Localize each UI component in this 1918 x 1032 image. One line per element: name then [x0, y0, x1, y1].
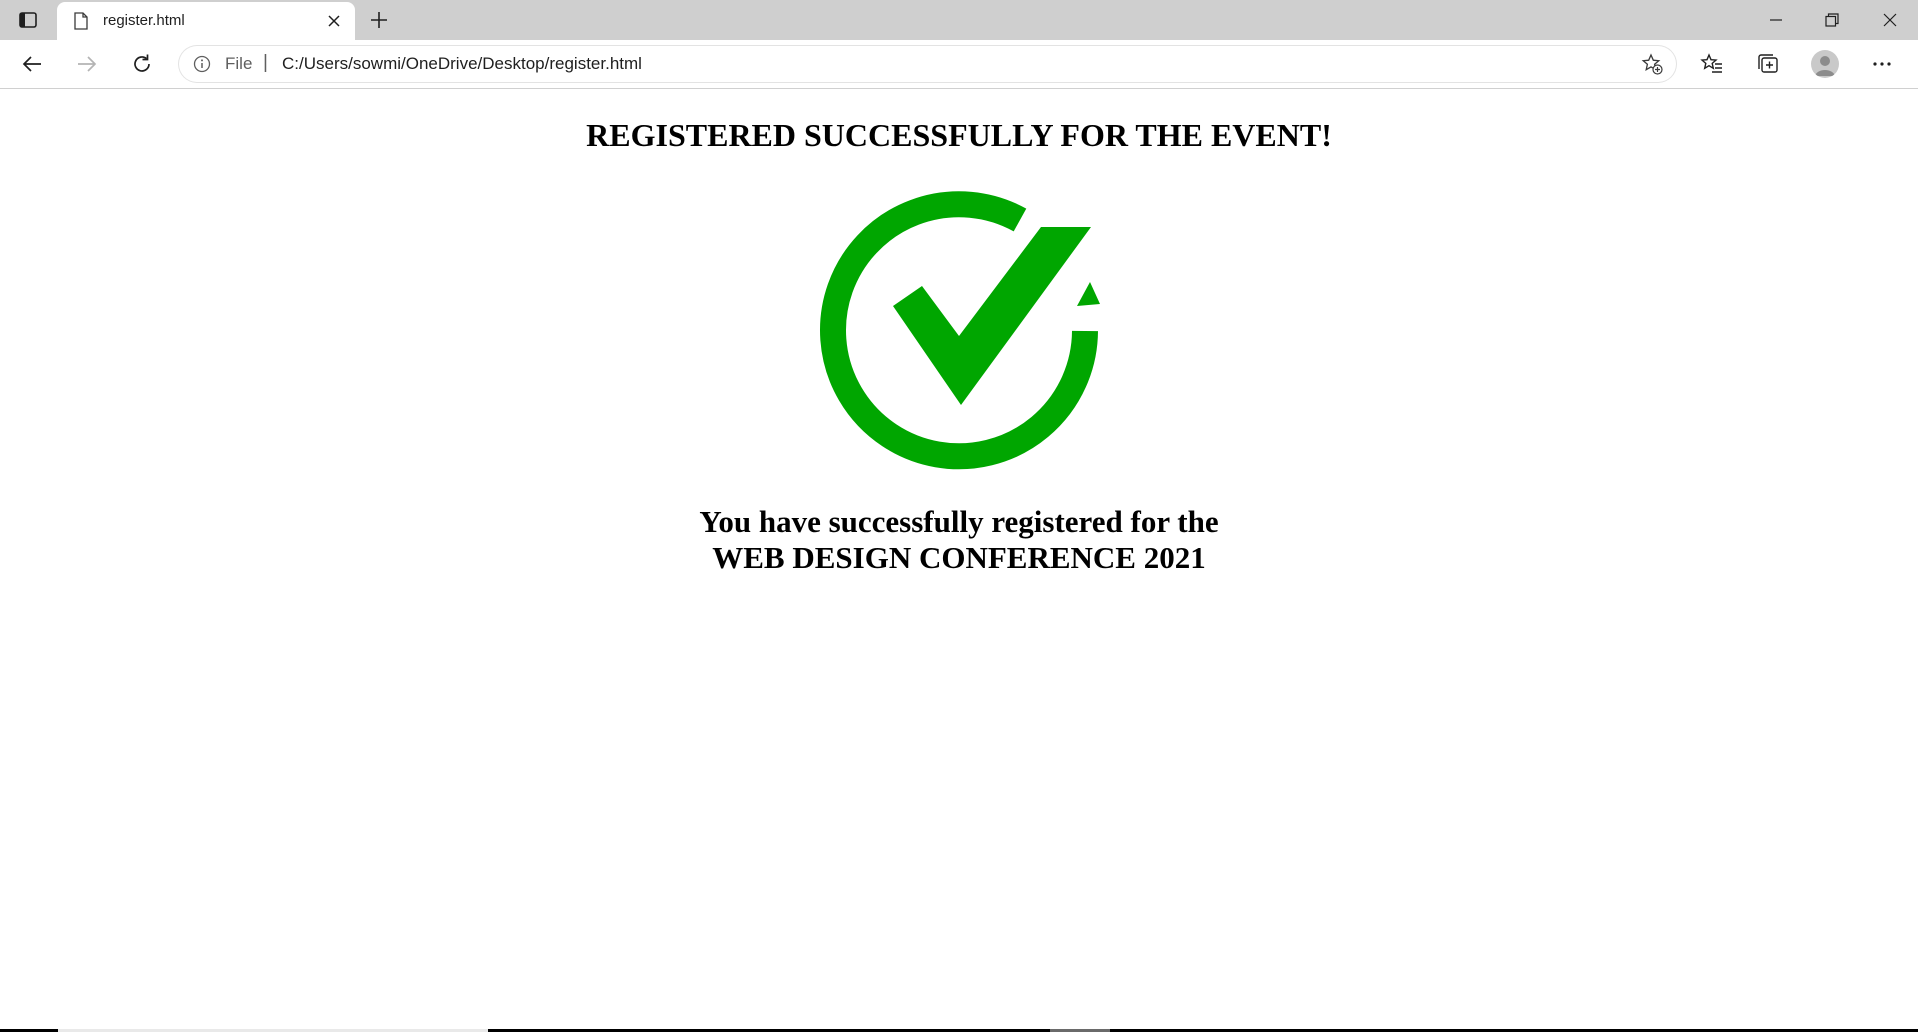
info-icon[interactable]: [193, 55, 211, 73]
tab-actions-icon: [19, 12, 37, 28]
tab-strip: register.html: [0, 0, 1918, 40]
browser-window: register.html File | C:/Users/sowmi/OneD…: [0, 0, 1918, 1032]
arrow-left-icon: [22, 56, 41, 72]
tab-close-button[interactable]: [323, 10, 345, 32]
tab-title: register.html: [103, 12, 185, 29]
collections-icon: [1758, 54, 1778, 73]
arrow-right-icon: [78, 56, 97, 72]
page-title: REGISTERED SUCCESSFULLY FOR THE EVENT!: [586, 117, 1332, 153]
address-url[interactable]: C:/Users/sowmi/OneDrive/Desktop/register…: [282, 54, 642, 74]
plus-icon: [371, 12, 387, 28]
confirmation-message: You have successfully registered for the…: [0, 504, 1918, 576]
minimize-button[interactable]: [1748, 0, 1804, 40]
more-icon: [1873, 62, 1891, 66]
page-icon: [74, 12, 88, 30]
back-button[interactable]: [14, 48, 50, 80]
address-scheme-label: File: [225, 54, 253, 73]
page-content: REGISTERED SUCCESSFULLY FOR THE EVENT! Y…: [0, 89, 1918, 1032]
event-name: WEB DESIGN CONFERENCE 2021: [712, 540, 1206, 575]
profile-button[interactable]: [1807, 48, 1843, 80]
reload-button[interactable]: [124, 48, 160, 80]
tab-actions-button[interactable]: [12, 6, 44, 34]
more-button[interactable]: [1864, 48, 1900, 80]
avatar-icon: [1811, 50, 1839, 78]
forward-button[interactable]: [69, 48, 105, 80]
close-icon: [1883, 13, 1897, 27]
address-separator: |: [263, 52, 268, 73]
restore-icon: [1825, 13, 1839, 27]
window-close-button[interactable]: [1862, 0, 1918, 40]
success-check-icon: [820, 191, 1100, 470]
new-tab-button[interactable]: [364, 6, 394, 34]
success-check-tail: [1077, 282, 1100, 306]
close-icon: [328, 15, 340, 27]
navigation-toolbar: File | C:/Users/sowmi/OneDrive/Desktop/r…: [0, 40, 1918, 89]
favorites-button[interactable]: [1694, 48, 1730, 80]
restore-button[interactable]: [1804, 0, 1860, 40]
minimize-icon: [1770, 19, 1782, 21]
star-plus-icon: [1641, 53, 1663, 75]
confirmation-line-1: You have successfully registered for the: [699, 504, 1219, 539]
address-bar[interactable]: File | C:/Users/sowmi/OneDrive/Desktop/r…: [179, 46, 1676, 82]
reload-icon: [134, 54, 150, 72]
add-favorite-button[interactable]: [1640, 52, 1664, 76]
collections-button[interactable]: [1750, 48, 1786, 80]
favorites-icon: [1700, 53, 1722, 73]
active-tab[interactable]: register.html: [57, 2, 355, 40]
